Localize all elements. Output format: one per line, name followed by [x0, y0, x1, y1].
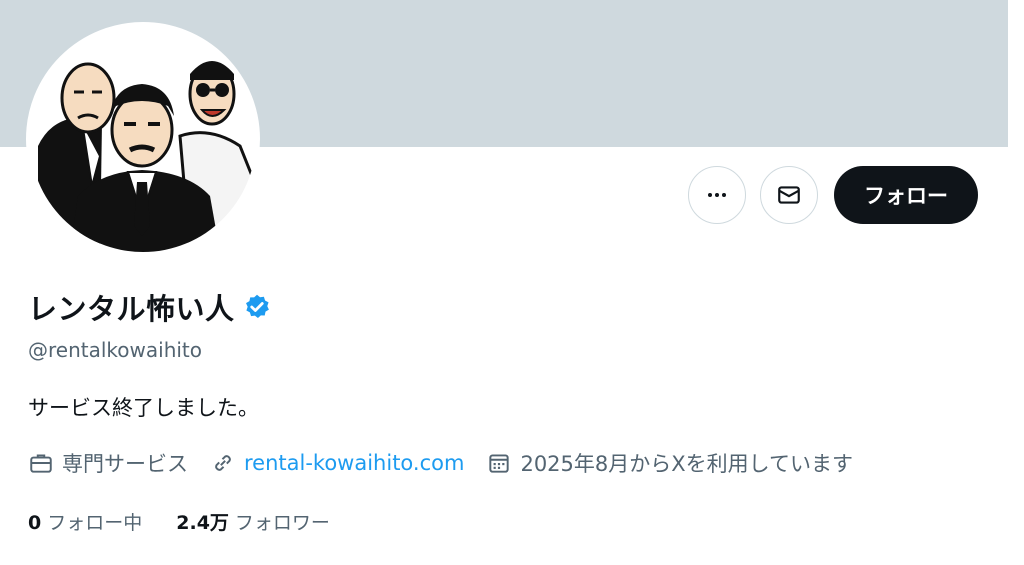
following-count: 0	[28, 512, 42, 534]
link-icon	[215, 455, 231, 471]
followers-label: フォロワー	[234, 512, 330, 534]
message-button[interactable]	[760, 166, 818, 224]
category-label: 専門サービス	[62, 452, 188, 476]
handle: @rentalkowaihito	[28, 338, 203, 362]
website-link[interactable]: rental-kowaihito.com	[244, 451, 464, 475]
joined-date: 2025年8月からXを利用しています	[520, 452, 854, 476]
followers-count: 2.4万	[176, 512, 229, 534]
following-label: フォロー中	[47, 512, 143, 534]
follow-button[interactable]: フォロー	[834, 166, 978, 224]
more-button[interactable]	[688, 166, 746, 224]
avatar-illustration	[30, 26, 256, 252]
following-stat[interactable]: 0 フォロー中	[28, 508, 142, 535]
category-item: 専門サービス	[28, 448, 188, 478]
profile-meta: 専門サービス rental-kowaihito.com 2025年8月からXを利…	[28, 448, 875, 478]
name-row: レンタル怖い人	[28, 286, 271, 328]
avatar[interactable]	[26, 22, 260, 256]
verified-badge-icon[interactable]	[243, 293, 271, 321]
followers-stat[interactable]: 2.4万 フォロワー	[176, 508, 330, 535]
briefcase-icon	[30, 454, 52, 473]
mail-icon	[778, 186, 800, 204]
bio: サービス終了しました。	[28, 396, 259, 420]
more-icon	[708, 193, 726, 197]
page-edge	[1008, 0, 1024, 565]
website-item: rental-kowaihito.com	[210, 450, 464, 476]
joined-item: 2025年8月からXを利用しています	[486, 448, 853, 478]
follow-stats: 0 フォロー中 2.4万 フォロワー	[28, 508, 364, 535]
display-name: レンタル怖い人	[28, 292, 235, 326]
profile-actions: フォロー	[688, 166, 978, 224]
calendar-icon	[489, 454, 510, 473]
